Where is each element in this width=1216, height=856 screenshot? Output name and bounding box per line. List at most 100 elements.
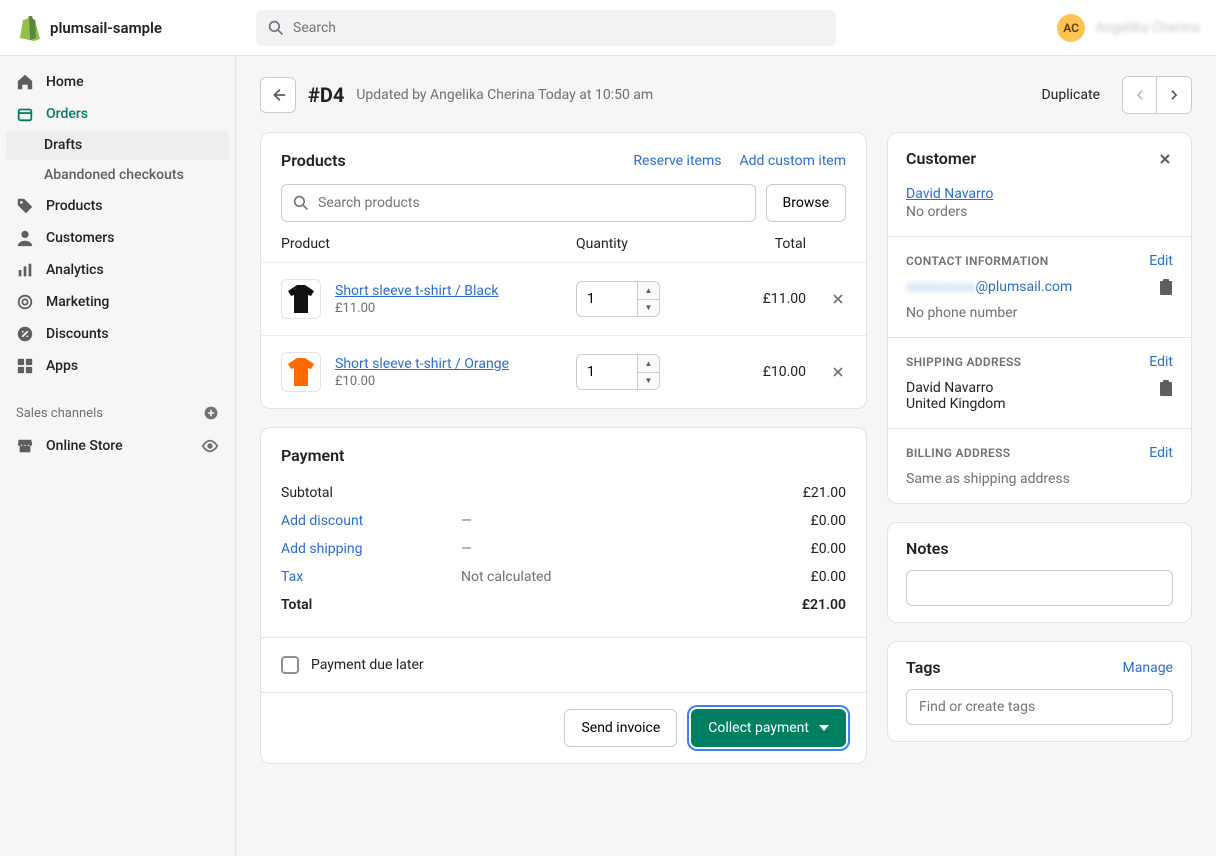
customer-email: xxxxxxxxxx@plumsail.com [906, 279, 1072, 295]
global-search-input[interactable] [256, 10, 836, 46]
clipboard-icon[interactable] [1159, 380, 1173, 396]
line-total: £10.00 [716, 364, 806, 380]
browse-button[interactable]: Browse [766, 184, 846, 222]
back-button[interactable] [260, 77, 296, 113]
nav-sub-label: Drafts [44, 137, 82, 153]
nav-label: Home [46, 74, 84, 90]
remove-customer-icon[interactable] [1157, 151, 1173, 167]
nav-label: Customers [46, 230, 114, 246]
nav-label: Analytics [46, 262, 104, 278]
quantity-input[interactable] [577, 355, 637, 389]
tags-title: Tags [906, 658, 941, 677]
clipboard-icon[interactable] [1159, 279, 1173, 295]
checkbox[interactable] [281, 656, 299, 674]
caret-down-icon [819, 725, 829, 731]
nav-abandoned-checkouts[interactable]: Abandoned checkouts [0, 160, 235, 190]
product-name-link[interactable]: Short sleeve t-shirt / Black [335, 283, 576, 299]
search-icon [268, 20, 284, 36]
qty-up-icon[interactable]: ▲ [638, 282, 659, 300]
search-icon [293, 195, 309, 211]
remove-line-button[interactable] [806, 364, 846, 380]
nav-discounts[interactable]: Discounts [0, 318, 235, 350]
duplicate-button[interactable]: Duplicate [1031, 87, 1110, 103]
tags-input[interactable] [906, 689, 1173, 725]
nav-label: Orders [46, 106, 88, 122]
qty-up-icon[interactable]: ▲ [638, 355, 659, 373]
nav-online-store[interactable]: Online Store [0, 430, 235, 462]
edit-contact-button[interactable]: Edit [1149, 253, 1173, 269]
reserve-items-link[interactable]: Reserve items [633, 153, 721, 169]
tax-link[interactable]: Tax [281, 569, 461, 585]
store-name: plumsail-sample [50, 19, 162, 37]
quantity-stepper[interactable]: ▲▼ [576, 354, 660, 390]
nav-analytics[interactable]: Analytics [0, 254, 235, 286]
product-row: Short sleeve t-shirt / Orange £10.00 ▲▼ … [261, 335, 866, 408]
prev-button[interactable] [1123, 77, 1157, 113]
nav-customers[interactable]: Customers [0, 222, 235, 254]
avatar: AC [1057, 14, 1085, 42]
product-price: £10.00 [335, 374, 576, 389]
edit-shipping-button[interactable]: Edit [1149, 354, 1173, 370]
payment-due-later-row[interactable]: Payment due later [261, 638, 866, 692]
search-wrap [256, 10, 836, 46]
remove-line-button[interactable] [806, 291, 846, 307]
edit-billing-button[interactable]: Edit [1149, 445, 1173, 461]
due-later-label: Payment due later [311, 657, 424, 673]
customer-title: Customer [906, 149, 976, 168]
qty-down-icon[interactable]: ▼ [638, 373, 659, 390]
product-price: £11.00 [335, 301, 576, 316]
brand[interactable]: plumsail-sample [16, 15, 240, 41]
nav-drafts[interactable]: Drafts [6, 130, 229, 160]
product-row: Short sleeve t-shirt / Black £11.00 ▲▼ £… [261, 262, 866, 335]
tax-value: £0.00 [746, 569, 846, 585]
billing-same: Same as shipping address [906, 471, 1173, 487]
customer-name-link[interactable]: David Navarro [906, 186, 993, 202]
quantity-stepper[interactable]: ▲▼ [576, 281, 660, 317]
add-discount-link[interactable]: Add discount [281, 513, 461, 529]
discount-icon [16, 325, 34, 343]
section-label: Sales channels [16, 406, 103, 421]
quantity-input[interactable] [577, 282, 637, 316]
nav-products[interactable]: Products [0, 190, 235, 222]
nav-sub-label: Abandoned checkouts [44, 167, 184, 183]
draft-id: #D4 [308, 83, 344, 107]
nav-marketing[interactable]: Marketing [0, 286, 235, 318]
nav-orders[interactable]: Orders [0, 98, 235, 130]
products-title: Products [281, 151, 346, 170]
total-label: Total [281, 597, 461, 613]
person-icon [16, 229, 34, 247]
add-channel-icon[interactable] [203, 405, 219, 421]
main-content: #D4 Updated by Angelika Cherina Today at… [236, 56, 1216, 856]
qty-down-icon[interactable]: ▼ [638, 300, 659, 317]
tag-icon [16, 197, 34, 215]
customer-order-count: No orders [906, 204, 1173, 220]
store-icon [16, 437, 34, 455]
nav-apps[interactable]: Apps [0, 350, 235, 382]
add-shipping-link[interactable]: Add shipping [281, 541, 461, 557]
next-button[interactable] [1157, 77, 1191, 113]
shipping-mid: — [461, 541, 746, 557]
th-quantity: Quantity [576, 236, 716, 252]
close-icon [830, 364, 846, 380]
th-total: Total [716, 236, 806, 252]
target-icon [16, 293, 34, 311]
orders-icon [16, 105, 34, 123]
collect-payment-button[interactable]: Collect payment [691, 709, 846, 747]
account-menu[interactable]: AC Angelika Cherina [1057, 14, 1200, 42]
user-name: Angelika Cherina [1095, 20, 1200, 36]
add-custom-item-link[interactable]: Add custom item [739, 153, 846, 169]
contact-heading: CONTACT INFORMATION [906, 254, 1049, 268]
product-name-link[interactable]: Short sleeve t-shirt / Orange [335, 356, 576, 372]
discount-value: £0.00 [746, 513, 846, 529]
send-invoice-button[interactable]: Send invoice [564, 709, 677, 747]
nav-label: Apps [46, 358, 78, 374]
product-search-input[interactable] [281, 184, 756, 222]
manage-tags-link[interactable]: Manage [1123, 660, 1173, 676]
arrow-left-icon [269, 86, 287, 104]
chevron-right-icon [1167, 88, 1181, 102]
notes-input[interactable] [906, 570, 1173, 606]
sales-channels-heading: Sales channels [0, 396, 235, 430]
view-icon[interactable] [201, 437, 219, 455]
updated-text: Updated by Angelika Cherina Today at 10:… [356, 87, 653, 103]
nav-home[interactable]: Home [0, 66, 235, 98]
